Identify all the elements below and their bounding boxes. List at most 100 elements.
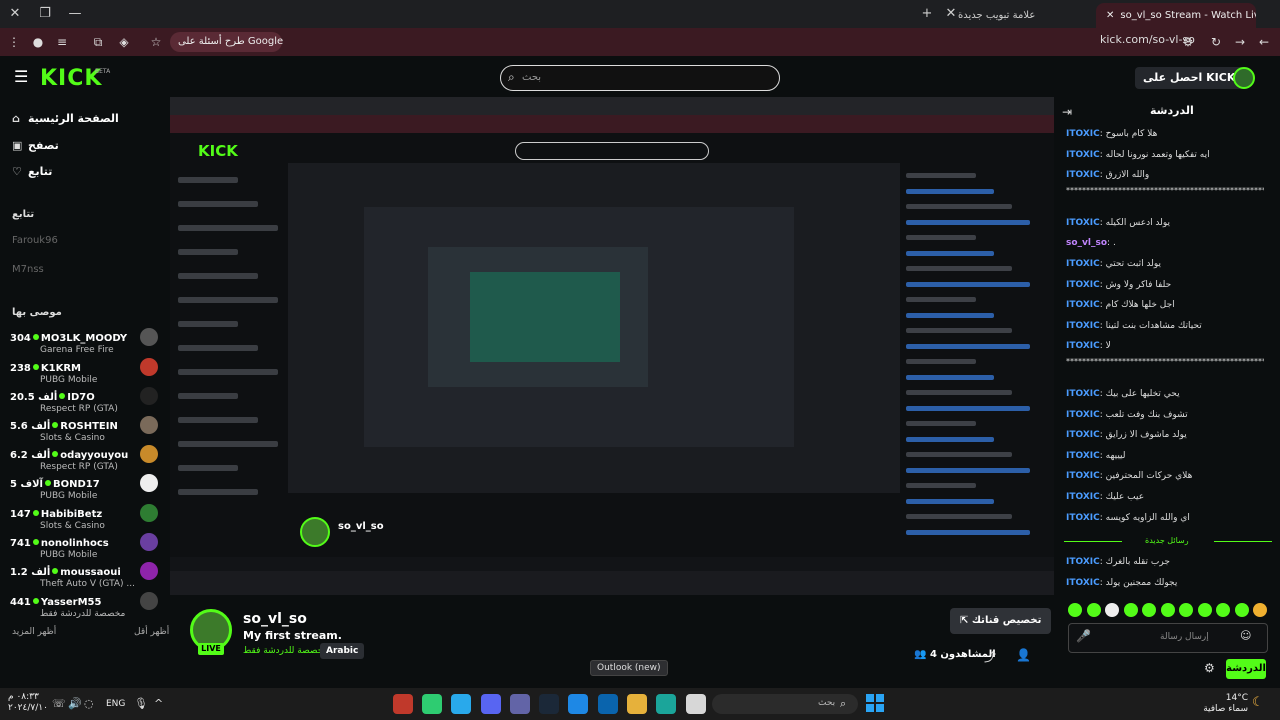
emote-icon[interactable] — [1160, 603, 1175, 617]
emote-icon[interactable] — [1068, 603, 1082, 617]
chat-username[interactable]: ITOXIC — [1066, 321, 1100, 331]
following-item[interactable]: M7nss — [12, 259, 160, 281]
recommended-channel[interactable]: 5.6 ألف ROSHTEIN Slots & Casino — [10, 414, 160, 444]
recommended-channel[interactable]: 1.2 ألف moussaoui Theft Auto V (GTA) ... — [10, 560, 160, 590]
chat-username[interactable]: ITOXIC — [1066, 513, 1100, 523]
chat-send-button[interactable]: الدردشة — [1226, 659, 1266, 679]
tab-close-icon[interactable]: ✕ — [1106, 10, 1114, 21]
kick-logo[interactable]: KICK — [40, 66, 102, 91]
chat-username[interactable]: ITOXIC — [1066, 557, 1100, 567]
chat-message[interactable]: ITOXIC: ليييهه — [1066, 446, 1264, 466]
close-window-icon[interactable]: ✕ — [0, 4, 30, 24]
file-explorer-icon[interactable] — [686, 694, 706, 714]
chat-message[interactable]: ****************************************… — [1066, 357, 1264, 385]
weather-widget[interactable]: 14°C سماء صافية — [1186, 693, 1248, 715]
show-hidden-icons[interactable]: ^ — [154, 697, 163, 710]
emote-icon[interactable] — [1253, 603, 1267, 617]
tab-search-icon[interactable]: ≡ — [52, 33, 72, 51]
chat-username[interactable]: ITOXIC — [1066, 259, 1100, 269]
customize-channel-button[interactable]: ⇱ تخصيص قناتك — [950, 608, 1052, 634]
chat-username[interactable]: ITOXIC — [1066, 129, 1100, 139]
chat-message[interactable]: ITOXIC: والله الازرق — [1066, 165, 1264, 185]
taskbar-clock[interactable]: ٠٨:٣٣ م ٢٠٢٤/٧/١٠ — [8, 692, 48, 714]
recommended-channel[interactable]: 20.5 ألف ID7O Respect RP (GTA) — [10, 385, 160, 415]
user-avatar[interactable] — [1233, 67, 1255, 89]
chat-message[interactable]: ITOXIC: هلا كام باسوح — [1066, 124, 1264, 144]
chat-message[interactable]: ITOXIC: اي والله الزاويه كويسه — [1066, 508, 1264, 528]
chat-message[interactable]: ITOXIC: جرب تقله بالغرك — [1066, 552, 1264, 572]
emote-icon[interactable] — [1216, 603, 1230, 617]
chat-message[interactable]: ITOXIC: يولد ماشوف الا زرايق — [1066, 425, 1264, 445]
chat-message[interactable]: ITOXIC: لا — [1066, 336, 1264, 356]
chat-username[interactable]: ITOXIC — [1066, 410, 1100, 420]
hamburger-menu-icon[interactable]: ☰ — [14, 68, 30, 86]
follow-user-icon[interactable]: 👤 — [1016, 648, 1031, 662]
chat-message[interactable]: ITOXIC: حلفا فاكر ولا وش — [1066, 275, 1264, 295]
edge-icon[interactable] — [656, 694, 676, 714]
emote-icon[interactable] — [1142, 603, 1156, 617]
chat-username[interactable]: ITOXIC — [1066, 300, 1100, 310]
discord-icon[interactable] — [481, 694, 501, 714]
outlook-icon[interactable] — [598, 694, 618, 714]
chat-username[interactable]: ITOXIC — [1066, 578, 1100, 588]
copilot-icon[interactable]: ◈ — [114, 33, 134, 51]
nav-browse[interactable]: ▣ تصفح — [12, 136, 162, 156]
chat-message[interactable]: ITOXIC: هلاي حركات المحترفين — [1066, 466, 1264, 486]
recommended-channel[interactable]: 147 HabibiBetz Slots & Casino — [10, 502, 160, 532]
emote-icon[interactable] — [1123, 603, 1138, 617]
show-more-link[interactable]: أظهر المزيد — [12, 627, 56, 637]
chat-username[interactable]: ITOXIC — [1066, 170, 1100, 180]
minimize-window-icon[interactable]: — — [60, 4, 90, 24]
telegram-icon[interactable] — [451, 694, 471, 714]
recommended-channel[interactable]: 741 nonolinhocs PUBG Mobile — [10, 531, 160, 561]
tab-kick-stream[interactable]: ✕so_vl_so Stream - Watch Live o K — [1096, 3, 1256, 28]
microphone-icon[interactable]: 🎤 — [1076, 629, 1091, 643]
recommended-channel[interactable]: 238 K1KRM PUBG Mobile — [10, 356, 160, 386]
google-ask-chip[interactable]: طرح أسئلة على Google — [170, 32, 283, 52]
chat-message[interactable]: ITOXIC: تشوف بنك وفت تلعب — [1066, 405, 1264, 425]
recommended-channel[interactable]: 441 YasserM55 مخصصة للدردشة فقط — [10, 590, 160, 620]
chat-username[interactable]: ITOXIC — [1066, 341, 1100, 351]
input-language[interactable]: ENG — [106, 699, 125, 709]
mic-tray-icon[interactable]: 🎙 — [134, 697, 148, 710]
play-icon[interactable] — [422, 694, 442, 714]
chat-message[interactable]: ITOXIC: يولد ادعس الكيله — [1066, 213, 1264, 233]
chat-username[interactable]: so_vl_so — [1066, 238, 1107, 248]
chat-message[interactable]: ITOXIC: يجولك ممجنين يولد — [1066, 573, 1264, 593]
chat-message[interactable]: ITOXIC: ايه تفكيها وتعمد نورونا لحاله — [1066, 145, 1264, 165]
emote-icon[interactable] — [1234, 603, 1249, 617]
stream-video-player[interactable]: KICK so_vl_so — [170, 97, 1054, 595]
volume-icon[interactable]: 🔊 — [68, 697, 82, 710]
profile-icon[interactable]: ● — [28, 33, 48, 51]
emote-icon[interactable] — [1086, 603, 1101, 617]
tab-new-tab[interactable]: علامة تبويب جديدة — [958, 3, 1092, 28]
chat-message[interactable]: ****************************************… — [1066, 186, 1264, 214]
collapse-chat-icon[interactable]: ⇥ — [1062, 105, 1072, 119]
forward-icon[interactable]: → — [1230, 33, 1250, 51]
new-messages-label[interactable]: رسائل جديدة — [1145, 536, 1189, 545]
show-less-link[interactable]: أظهر أقل — [134, 627, 169, 637]
chrome-dev-icon[interactable] — [393, 694, 413, 714]
chat-message[interactable]: ITOXIC: تحياتك مشاهدات بنت لتينا — [1066, 316, 1264, 336]
chat-message[interactable]: ITOXIC: اجل خلها هلاك كام — [1066, 295, 1264, 315]
stream-category[interactable]: مخصصة للدردشة فقط — [243, 646, 328, 656]
emote-icon[interactable] — [1197, 603, 1212, 617]
chat-username[interactable]: ITOXIC — [1066, 471, 1100, 481]
extensions-icon[interactable]: ⧉ — [88, 33, 108, 51]
recommended-channel[interactable]: 6.2 ألف odayyouyou Respect RP (GTA) — [10, 443, 160, 473]
chrome-icon[interactable] — [627, 694, 647, 714]
chat-message[interactable]: ITOXIC: يحي تخليها على بيك — [1066, 384, 1264, 404]
nav-following[interactable]: ♡ تتابع — [12, 162, 162, 182]
channel-name[interactable]: so_vl_so — [243, 611, 307, 627]
chat-username[interactable]: ITOXIC — [1066, 492, 1100, 502]
share-icon[interactable]: ⤴ — [984, 648, 996, 665]
chat-username[interactable]: ITOXIC — [1066, 280, 1100, 290]
menu-dots-icon[interactable]: ⋮ — [4, 33, 24, 51]
restore-window-icon[interactable]: ❐ — [30, 4, 60, 24]
nav-home[interactable]: ⌂ الصفحة الرئيسية — [12, 109, 162, 129]
chat-message[interactable]: so_vl_so: . — [1066, 233, 1264, 253]
taskbar-search[interactable] — [712, 694, 858, 714]
teams-icon[interactable] — [510, 694, 530, 714]
chat-username[interactable]: ITOXIC — [1066, 150, 1100, 160]
chat-settings-icon[interactable]: ⚙ — [1204, 661, 1215, 675]
